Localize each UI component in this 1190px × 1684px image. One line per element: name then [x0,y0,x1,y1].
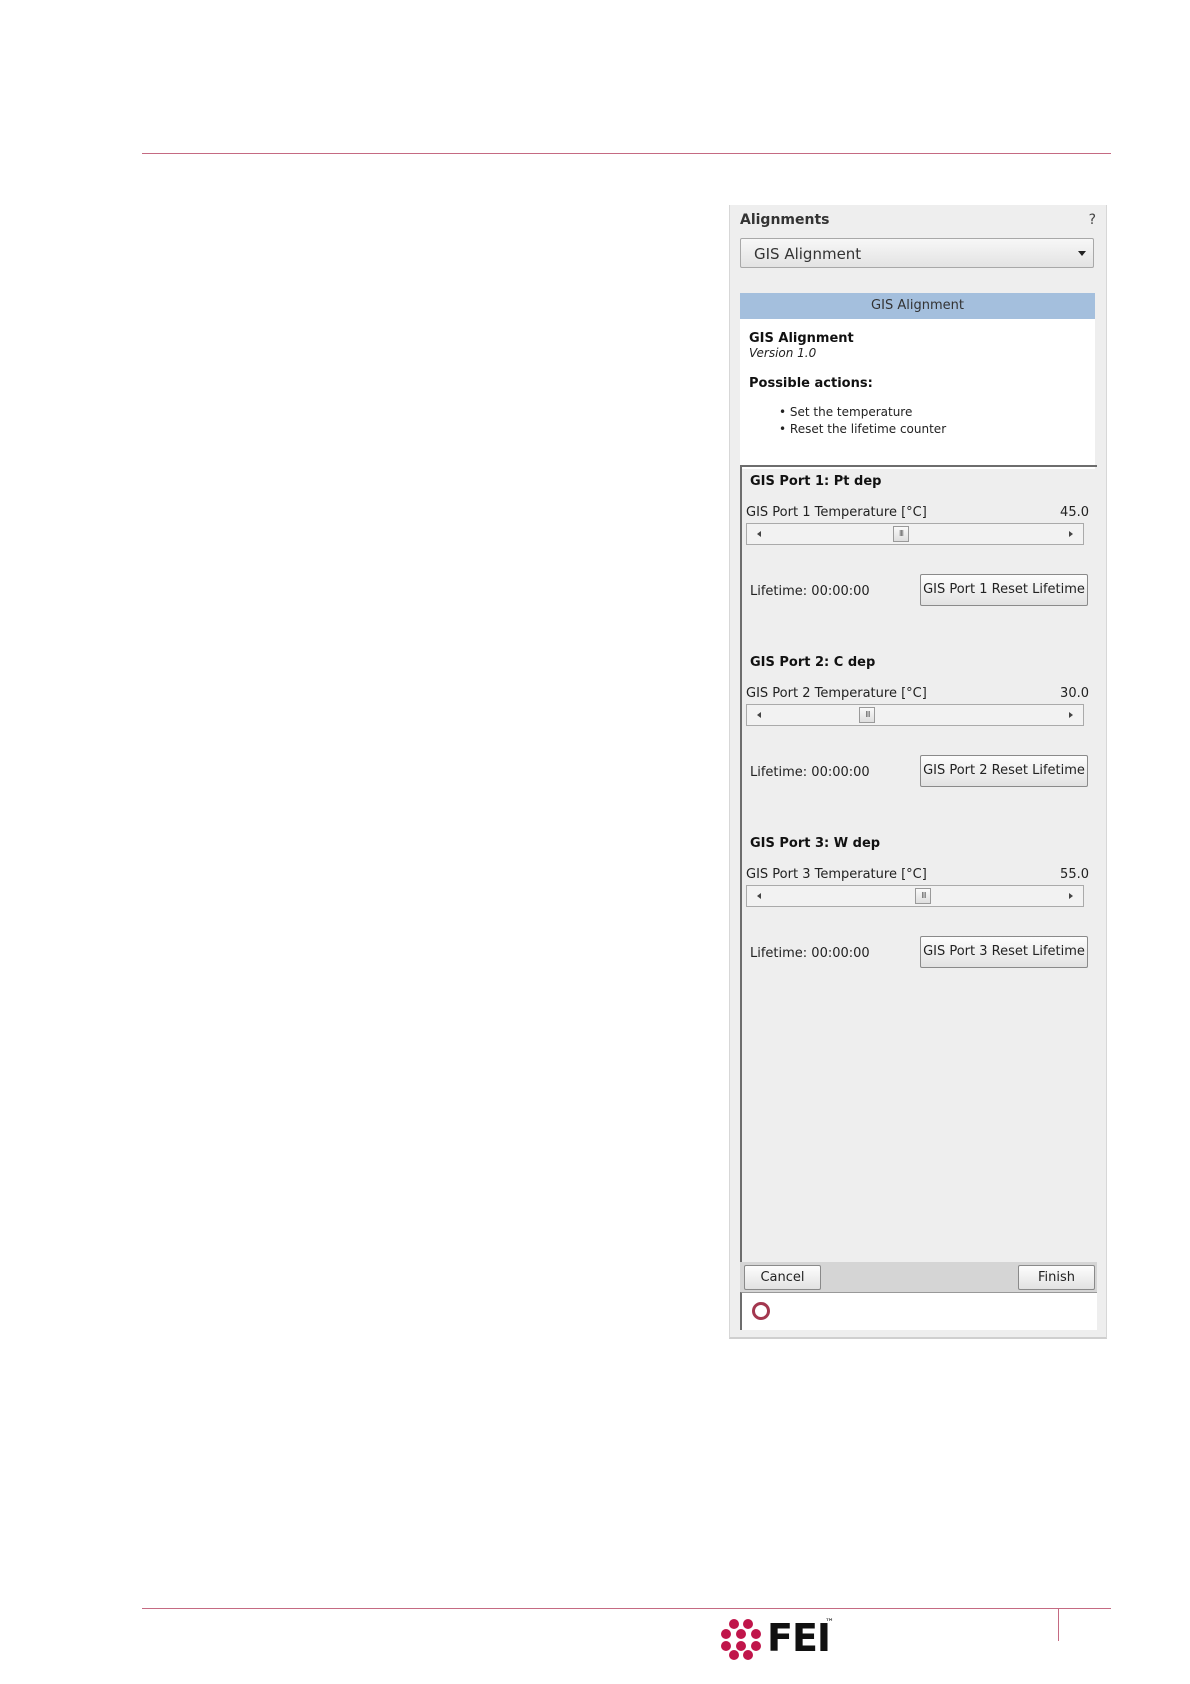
panel-title: Alignments [740,212,830,228]
slider-thumb[interactable]: III [859,707,876,723]
action-item-label: Set the temperature [789,405,913,419]
port-3-reset-lifetime-button[interactable]: GIS Port 3 Reset Lifetime [920,936,1088,968]
fei-logo-mark-icon [721,1619,761,1660]
slider-thumb[interactable]: III [915,888,932,904]
arrow-left-icon[interactable] [757,893,761,899]
alignment-select-value: GIS Alignment [754,245,862,263]
port-3-title: GIS Port 3: W dep [750,836,881,851]
port-2-temp-label: GIS Port 2 Temperature [°C] [746,686,927,701]
finish-button[interactable]: Finish [1018,1265,1095,1290]
port-3-temp-label: GIS Port 3 Temperature [°C] [746,867,927,882]
top-divider [142,153,1111,154]
port-2-title: GIS Port 2: C dep [750,655,876,670]
port-1-temp-slider[interactable]: III [746,523,1084,545]
fei-logo-text: FEI [767,1616,831,1660]
port-2-lifetime: Lifetime: 00:00:00 [750,765,870,780]
info-version: Version 1.0 [749,346,817,360]
section-header: GIS Alignment [740,293,1095,319]
port-2-reset-lifetime-button[interactable]: GIS Port 2 Reset Lifetime [920,755,1088,787]
action-item-label: Reset the lifetime counter [789,422,947,436]
help-icon[interactable]: ? [1089,212,1096,228]
chevron-down-icon [1078,251,1086,256]
info-title: GIS Alignment [749,331,854,346]
bottom-divider [142,1608,1111,1609]
ports-area: GIS Port 1: Pt dep GIS Port 1 Temperatur… [740,465,1097,1265]
port-1-temp-label: GIS Port 1 Temperature [°C] [746,505,927,520]
wizard-footer: Cancel Finish [740,1262,1097,1292]
port-3-lifetime: Lifetime: 00:00:00 [750,946,870,961]
port-1-temp-value: 45.0 [1060,505,1089,520]
slider-thumb[interactable]: III [893,526,909,542]
arrow-right-icon[interactable] [1069,712,1073,718]
arrow-right-icon[interactable] [1069,531,1073,537]
port-1-lifetime: Lifetime: 00:00:00 [750,584,870,599]
port-2-temp-slider[interactable]: III [746,704,1084,726]
progress-spinner-icon [752,1302,770,1320]
alignments-panel: Alignments ? GIS Alignment GIS Alignment… [729,205,1107,1339]
port-3-temp-value: 55.0 [1060,867,1089,882]
info-box: GIS Alignment Version 1.0 Possible actio… [740,319,1095,469]
action-item: • Reset the lifetime counter [779,422,947,436]
trademark-mark: ™ [825,1618,834,1628]
arrow-left-icon[interactable] [757,531,761,537]
port-2-temp-value: 30.0 [1060,686,1089,701]
action-item: • Set the temperature [779,405,913,419]
port-1-title: GIS Port 1: Pt dep [750,474,882,489]
fei-logo: FEI ™ [719,1616,839,1660]
cancel-button[interactable]: Cancel [744,1265,821,1290]
status-area [740,1292,1097,1330]
arrow-right-icon[interactable] [1069,893,1073,899]
port-3-temp-slider[interactable]: III [746,885,1084,907]
actions-title: Possible actions: [749,376,873,391]
arrow-left-icon[interactable] [757,712,761,718]
page-corner-mark [1058,1609,1059,1641]
port-1-reset-lifetime-button[interactable]: GIS Port 1 Reset Lifetime [920,574,1088,606]
alignment-select[interactable]: GIS Alignment [740,238,1094,268]
